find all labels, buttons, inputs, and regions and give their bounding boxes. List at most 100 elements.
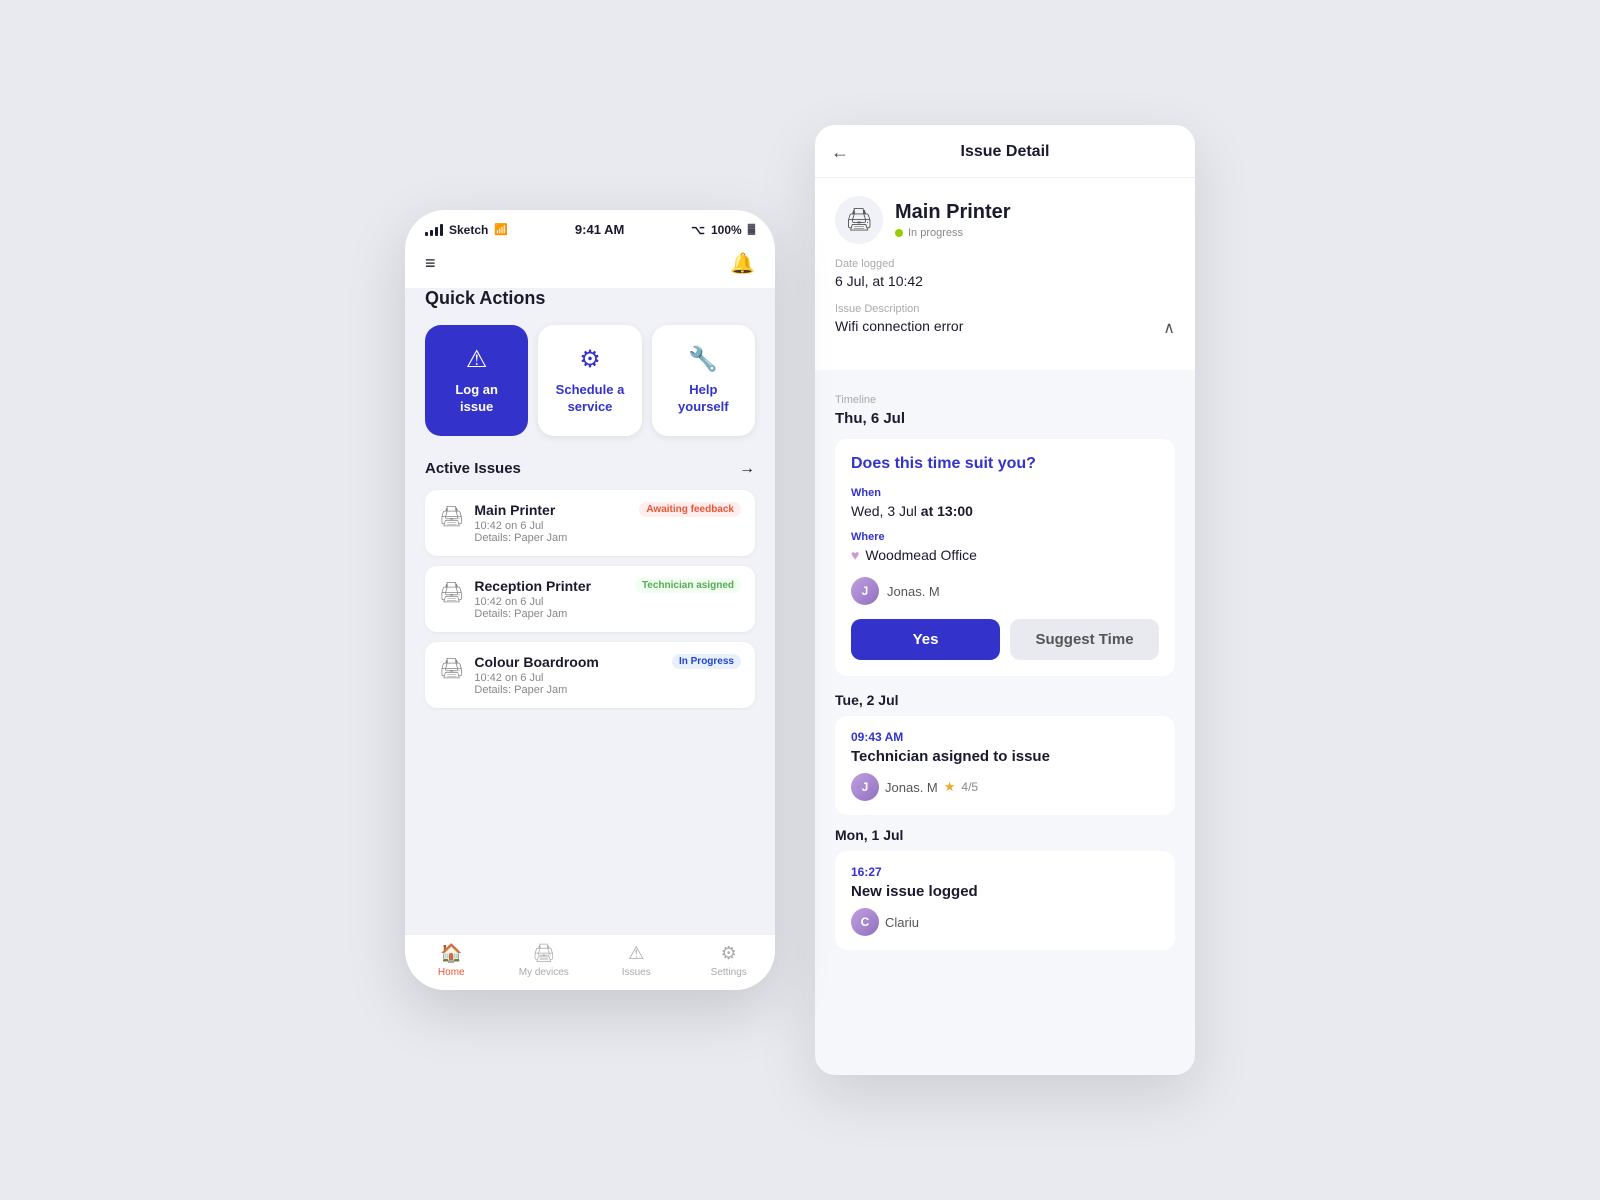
printer-icon: 🖨 <box>439 580 464 605</box>
devices-icon: 🖨 <box>532 943 555 964</box>
issue-summary: 🖨 Main Printer In progress Date logged 6… <box>815 178 1195 370</box>
nav-issues[interactable]: ⚠ Issues <box>590 943 683 978</box>
issue-card-colour-boardroom[interactable]: 🖨 Colour Boardroom In Progress 10:42 on … <box>425 642 755 708</box>
timeline-date-tue: Tue, 2 Jul 09:43 AM Technician asigned t… <box>835 692 1175 815</box>
issue-top-row: Main Printer Awaiting feedback <box>474 502 741 518</box>
rating-value: 4/5 <box>961 780 978 794</box>
date-logged-field: Date logged 6 Jul, at 10:42 <box>835 258 1175 289</box>
timeline-date-thu: Thu, 6 Jul <box>835 410 1175 427</box>
wifi-icon: 📶 <box>494 223 508 236</box>
nav-home-label: Home <box>438 967 465 978</box>
signal-bars-icon <box>425 224 443 236</box>
log-issue-label: Log an issue <box>439 382 514 416</box>
timeline-date-mon: Mon, 1 Jul 16:27 New issue logged C Clar… <box>835 827 1175 950</box>
issues-arrow-icon[interactable]: → <box>739 460 755 478</box>
status-dot <box>895 229 903 237</box>
event-title-new-issue: New issue logged <box>851 883 1159 900</box>
carrier-label: Sketch <box>449 223 488 237</box>
event-title: Technician asigned to issue <box>851 748 1159 765</box>
printer-icon: 🖨 <box>439 656 464 681</box>
description-value: Wifi connection error <box>835 318 963 334</box>
printer-icon: 🖨 <box>439 504 464 529</box>
event-card-technician: 09:43 AM Technician asigned to issue J J… <box>835 716 1175 815</box>
issues-header: Active Issues → <box>425 460 755 478</box>
issue-name: Reception Printer <box>474 578 591 594</box>
event-card-new-issue: 16:27 New issue logged C Clariu <box>835 851 1175 950</box>
detail-header: ← Issue Detail <box>815 125 1195 178</box>
avatar-jonas-small: J <box>851 773 879 801</box>
event-time-new-issue: 16:27 <box>851 865 1159 879</box>
nav-home[interactable]: 🏠 Home <box>405 943 498 978</box>
avatar-jonas: J <box>851 577 879 605</box>
action-log-issue[interactable]: ⚠ Log an issue <box>425 325 528 436</box>
event-footer-new-issue: C Clariu <box>851 908 1159 936</box>
phone-frame: Sketch 📶 9:41 AM ⌥ 100% ▓ ≡ 🔔 Quick Acti… <box>405 210 775 990</box>
action-schedule-service[interactable]: ⚙ Schedule a service <box>538 325 641 436</box>
issue-time: 10:42 on 6 Jul <box>474 520 741 532</box>
nav-settings-label: Settings <box>711 967 747 978</box>
menu-icon[interactable]: ≡ <box>425 253 436 274</box>
issue-details: Details: Paper Jam <box>474 608 741 620</box>
back-button[interactable]: ← <box>831 142 849 163</box>
chevron-up-icon[interactable]: ∧ <box>1163 318 1175 338</box>
when-value: Wed, 3 Jul at 13:00 <box>851 503 1159 519</box>
issues-icon: ⚠ <box>628 943 644 964</box>
where-value: ♥ Woodmead Office <box>851 547 1159 563</box>
assignee-name: Jonas. M <box>887 584 940 599</box>
issue-info: Reception Printer Technician asigned 10:… <box>474 578 741 620</box>
settings-icon: ⚙ <box>721 943 737 964</box>
issue-top-row: Reception Printer Technician asigned <box>474 578 741 594</box>
date-logged-label: Date logged <box>835 258 1175 270</box>
issue-summary-header: 🖨 Main Printer In progress <box>835 196 1175 244</box>
nav-settings[interactable]: ⚙ Settings <box>683 943 776 978</box>
wrench-icon: 🔧 <box>688 345 718 374</box>
bell-icon[interactable]: 🔔 <box>730 251 755 276</box>
description-field: Issue Description Wifi connection error … <box>835 303 1175 338</box>
device-printer-icon: 🖨 <box>845 207 873 233</box>
timeline-label: Timeline <box>835 394 1175 406</box>
issue-card-reception-printer[interactable]: 🖨 Reception Printer Technician asigned 1… <box>425 566 755 632</box>
issue-name: Colour Boardroom <box>474 654 598 670</box>
suggest-time-button[interactable]: Suggest Time <box>1010 619 1159 660</box>
device-name-group: Main Printer In progress <box>895 201 1011 239</box>
issue-card-main-printer[interactable]: 🖨 Main Printer Awaiting feedback 10:42 o… <box>425 490 755 556</box>
action-help-yourself[interactable]: 🔧 Help yourself <box>652 325 755 436</box>
issue-time: 10:42 on 6 Jul <box>474 596 741 608</box>
status-time: 9:41 AM <box>575 222 624 237</box>
nav-devices-label: My devices <box>519 967 569 978</box>
action-buttons: Yes Suggest Time <box>851 619 1159 660</box>
star-icon: ★ <box>944 779 956 795</box>
detail-content: 🖨 Main Printer In progress Date logged 6… <box>815 178 1195 1075</box>
description-label: Issue Description <box>835 303 1175 315</box>
nav-devices[interactable]: 🖨 My devices <box>498 943 591 978</box>
technician-name: Jonas. M <box>885 780 938 795</box>
help-yourself-label: Help yourself <box>666 382 741 416</box>
status-row: In progress <box>895 227 1011 239</box>
issue-info: Colour Boardroom In Progress 10:42 on 6 … <box>474 654 741 696</box>
bluetooth-icon: ⌥ <box>691 223 705 237</box>
phone-content: Quick Actions ⚠ Log an issue ⚙ Schedule … <box>405 288 775 934</box>
timeline-date-tue-label: Tue, 2 Jul <box>835 692 1175 708</box>
status-label: In progress <box>908 227 963 239</box>
issue-info: Main Printer Awaiting feedback 10:42 on … <box>474 502 741 544</box>
bottom-nav: 🏠 Home 🖨 My devices ⚠ Issues ⚙ Settings <box>405 934 775 990</box>
status-right: ⌥ 100% ▓ <box>691 223 755 237</box>
phone-header: ≡ 🔔 <box>405 243 775 288</box>
active-issues-title: Active Issues <box>425 460 521 477</box>
where-label: Where <box>851 531 1159 543</box>
issue-details: Details: Paper Jam <box>474 684 741 696</box>
issue-details: Details: Paper Jam <box>474 532 741 544</box>
assignee-row: J Jonas. M <box>851 577 1159 605</box>
quick-actions-grid: ⚠ Log an issue ⚙ Schedule a service 🔧 He… <box>425 325 755 436</box>
date-logged-value: 6 Jul, at 10:42 <box>835 273 1175 289</box>
nav-issues-label: Issues <box>622 967 651 978</box>
timeline-section: Timeline Thu, 6 Jul Does this time suit … <box>815 378 1195 950</box>
yes-button[interactable]: Yes <box>851 619 1000 660</box>
home-icon: 🏠 <box>440 943 462 964</box>
timeline-date-mon-label: Mon, 1 Jul <box>835 827 1175 843</box>
location-icon: ♥ <box>851 547 859 563</box>
gear-icon: ⚙ <box>579 345 601 374</box>
issue-name: Main Printer <box>474 502 555 518</box>
reporter-name: Clariu <box>885 915 919 930</box>
issue-top-row: Colour Boardroom In Progress <box>474 654 741 670</box>
